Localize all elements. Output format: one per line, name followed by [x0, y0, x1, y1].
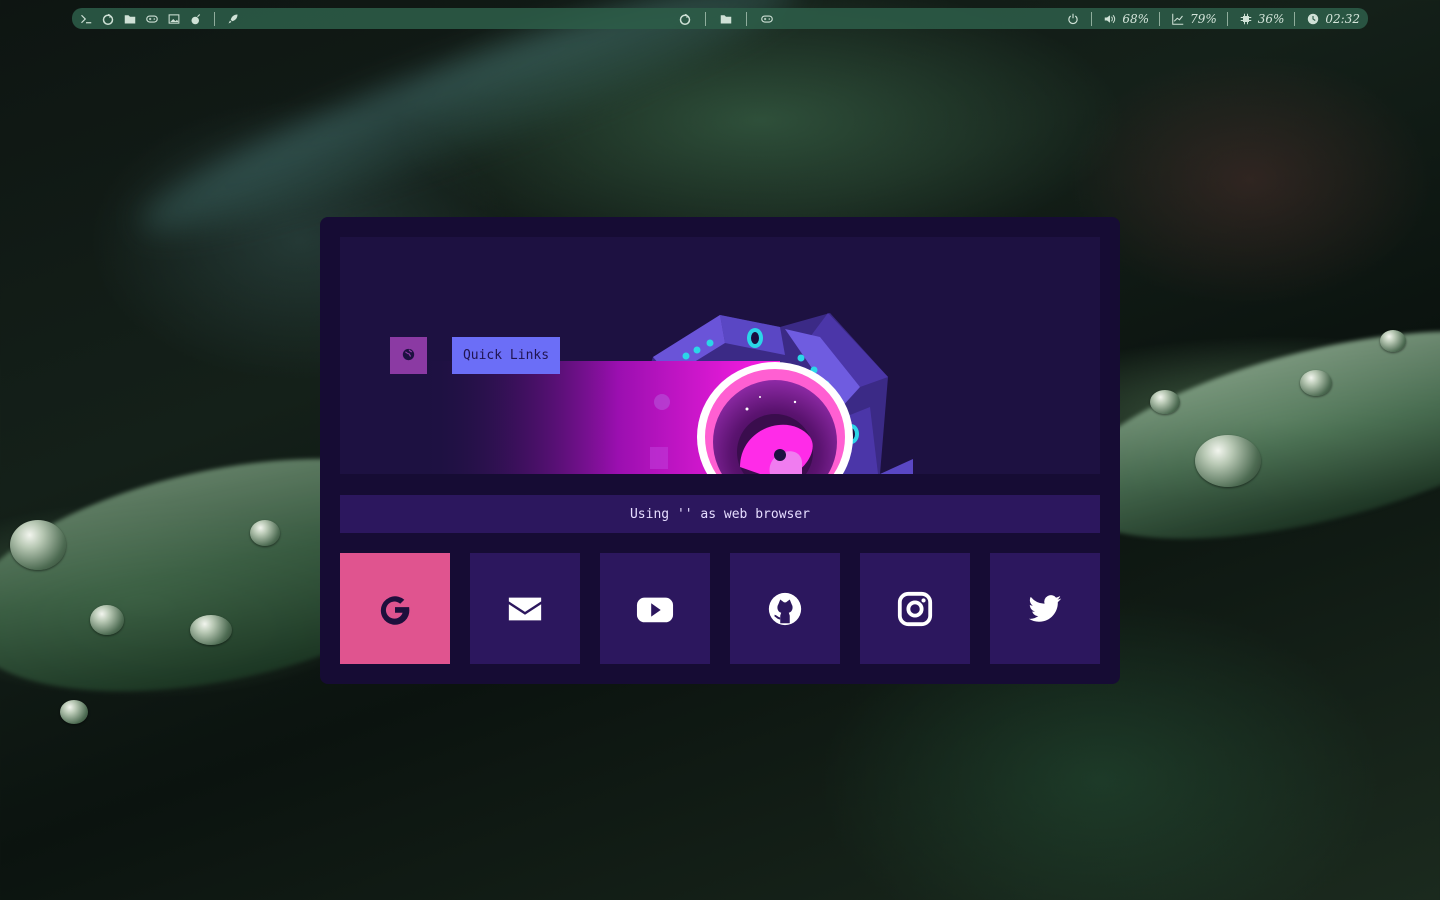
- separator: [1091, 11, 1093, 26]
- workspace-group: [677, 11, 775, 27]
- quick-links-button[interactable]: Quick Links: [452, 337, 560, 374]
- memory-status: 36%: [1238, 11, 1285, 27]
- image-icon[interactable]: [166, 11, 182, 27]
- mail-link[interactable]: [470, 553, 580, 664]
- cpu-status: 79%: [1170, 11, 1217, 27]
- separator: [1159, 11, 1161, 26]
- twitter-link[interactable]: [990, 553, 1100, 664]
- cpu-value: 79%: [1190, 11, 1217, 26]
- folder-icon[interactable]: [718, 11, 734, 27]
- separator: [214, 11, 215, 26]
- instagram-icon: [897, 591, 933, 626]
- power-icon[interactable]: [1065, 11, 1081, 27]
- water-drop: [60, 700, 88, 724]
- instagram-link[interactable]: [860, 553, 970, 664]
- folder-icon[interactable]: [122, 11, 138, 27]
- water-drop: [1195, 435, 1261, 487]
- status-group: 68% 79% 36% 02:32: [1065, 11, 1360, 27]
- volume-icon: [1102, 11, 1118, 27]
- separator: [1226, 11, 1228, 26]
- clock-value: 02:32: [1325, 11, 1360, 26]
- firefox-icon[interactable]: [677, 11, 693, 27]
- separator: [705, 11, 706, 26]
- terminal-icon[interactable]: [78, 11, 94, 27]
- google-link[interactable]: [340, 553, 450, 664]
- browser-info: Using '' as web browser: [340, 495, 1100, 533]
- youtube-icon: [636, 597, 674, 622]
- bomb-icon[interactable]: [188, 11, 204, 27]
- clock-icon: [1305, 11, 1321, 27]
- banner: Quick Links: [340, 237, 1100, 474]
- github-link[interactable]: [730, 553, 840, 664]
- volume-value: 68%: [1122, 11, 1150, 26]
- github-icon: [768, 592, 802, 625]
- youtube-link[interactable]: [600, 553, 710, 664]
- memory-value: 36%: [1257, 11, 1285, 26]
- launcher-group: [72, 11, 241, 27]
- separator: [746, 11, 747, 26]
- water-drop: [1300, 370, 1332, 396]
- water-drop: [250, 520, 280, 546]
- envelope-icon: [508, 597, 542, 620]
- startpage-card: Quick Links Using '' as web browser: [320, 217, 1120, 684]
- twitter-icon: [1028, 594, 1062, 622]
- quick-links-grid: [340, 553, 1100, 664]
- chip-icon: [1238, 11, 1254, 27]
- separator: [1294, 11, 1296, 26]
- water-drop: [10, 520, 66, 570]
- firefox-icon[interactable]: [100, 11, 116, 27]
- water-drop: [190, 615, 232, 645]
- volume-status[interactable]: 68%: [1102, 11, 1149, 27]
- water-drop: [1150, 390, 1180, 414]
- water-drop: [1380, 330, 1406, 352]
- chart-line-icon: [1170, 11, 1186, 27]
- globe-icon: [402, 346, 415, 365]
- gamepad-icon[interactable]: [759, 11, 775, 27]
- google-icon: [380, 595, 410, 625]
- rocket-icon[interactable]: [225, 11, 241, 27]
- gamepad-icon[interactable]: [144, 11, 160, 27]
- water-drop: [90, 605, 124, 635]
- clock-status[interactable]: 02:32: [1305, 11, 1360, 27]
- top-bar: 68% 79% 36% 02:32: [72, 8, 1368, 29]
- globe-button[interactable]: [390, 337, 427, 374]
